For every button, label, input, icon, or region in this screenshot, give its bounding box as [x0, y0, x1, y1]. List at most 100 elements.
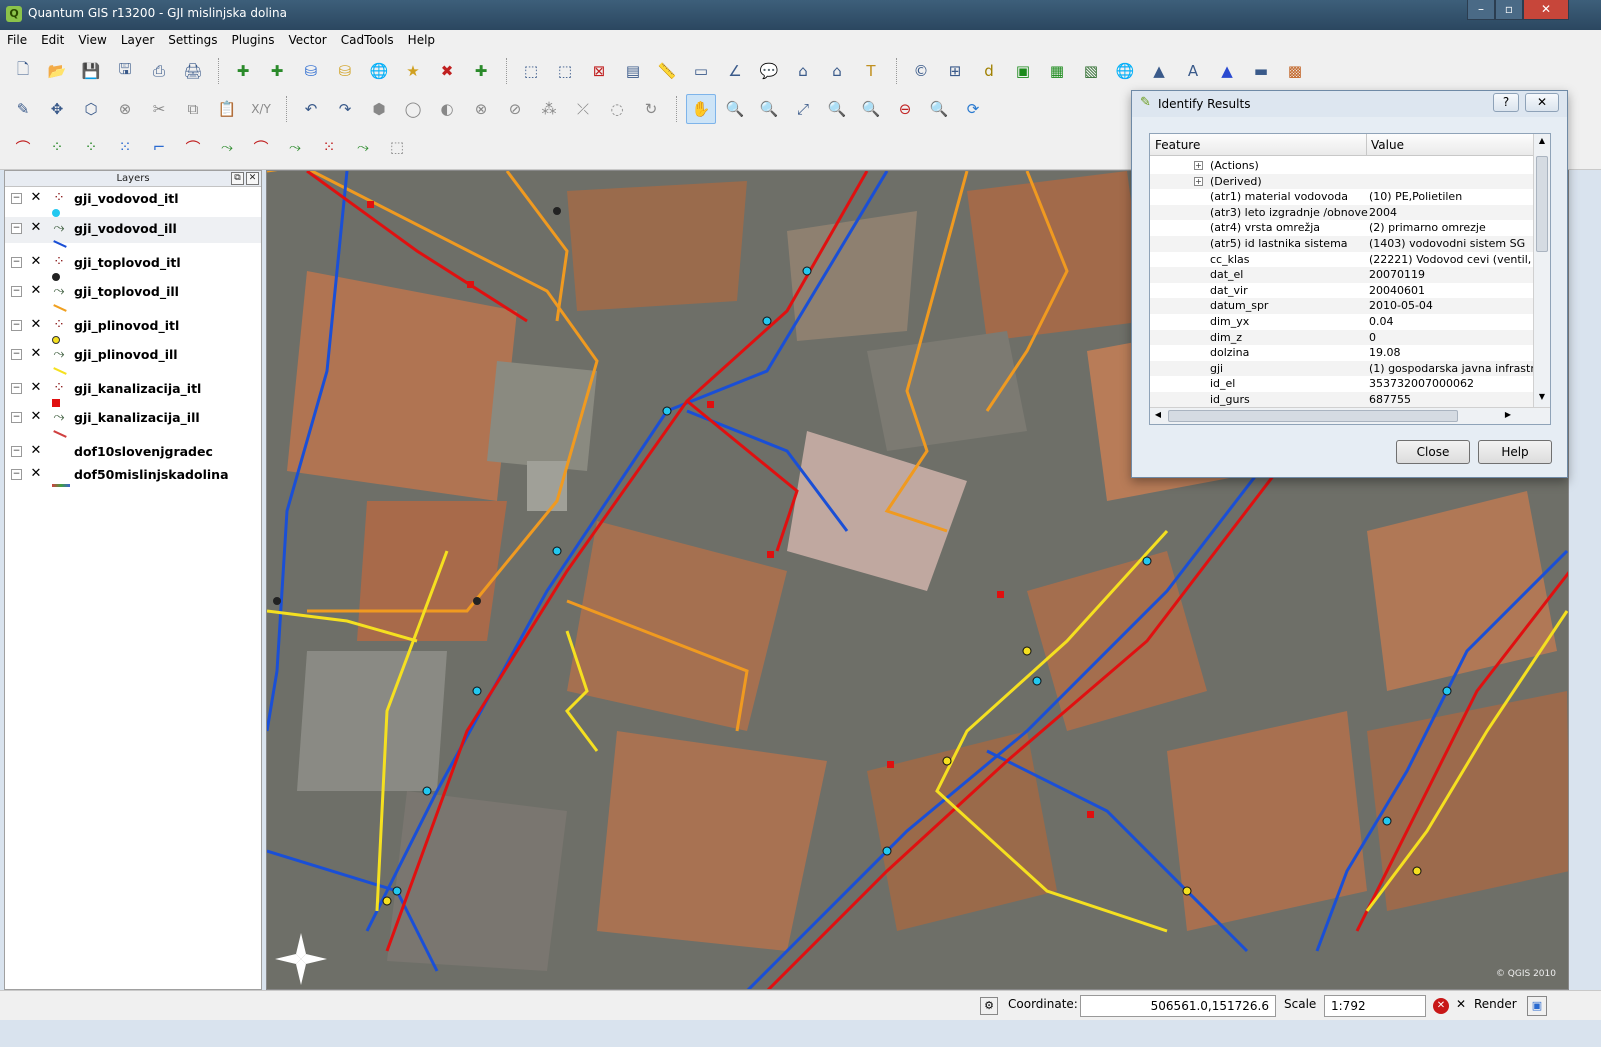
collapse-icon[interactable]: −	[11, 446, 22, 457]
menu-edit[interactable]: Edit	[34, 30, 71, 52]
interpolation-icon[interactable]: ▦	[1042, 56, 1072, 86]
horizontal-scrollbar[interactable]: ◀ ▶	[1150, 407, 1550, 424]
collapse-icon[interactable]: −	[11, 469, 22, 480]
save-project-icon[interactable]: 💾	[76, 56, 106, 86]
scale-bar-icon[interactable]: ⊞	[940, 56, 970, 86]
result-row[interactable]: cc_klas (22221) Vodovod cevi (ventil, zas	[1150, 252, 1535, 268]
redo-icon[interactable]: ↷	[330, 94, 360, 124]
collapse-icon[interactable]: −	[11, 320, 22, 331]
cad-parallel-icon[interactable]: ⌒	[246, 132, 276, 162]
column-header-feature[interactable]: Feature	[1155, 138, 1200, 152]
layer-visibility-checkbox[interactable]: ✕	[29, 444, 43, 458]
add-part-icon[interactable]: ◐	[432, 94, 462, 124]
scrollbar-thumb[interactable]	[1536, 156, 1548, 252]
north-arrow-icon[interactable]: ▲	[1212, 56, 1242, 86]
histogram-icon[interactable]: ▲	[1144, 56, 1174, 86]
cad-bezier-icon[interactable]: ⤳	[212, 132, 242, 162]
layer-visibility-checkbox[interactable]: ✕	[29, 347, 43, 361]
menu-settings[interactable]: Settings	[161, 30, 224, 52]
messages-icon[interactable]: ⚙	[980, 997, 998, 1015]
show-bookmarks-icon[interactable]: ⌂	[822, 56, 852, 86]
collapse-icon[interactable]: −	[11, 349, 22, 360]
menu-vector[interactable]: Vector	[282, 30, 334, 52]
remove-layer-icon[interactable]: ✖	[432, 56, 462, 86]
help-context-button[interactable]: ?	[1493, 93, 1519, 112]
layer-item[interactable]: − ✕ ⤳ gji_plinovod_ill	[5, 343, 261, 369]
collapse-icon[interactable]: −	[11, 412, 22, 423]
layer-visibility-checkbox[interactable]: ✕	[29, 381, 43, 395]
menu-file[interactable]: File	[0, 30, 34, 52]
cad-intersect-icon[interactable]: ⁙	[110, 132, 140, 162]
scroll-down-icon[interactable]: ▼	[1536, 392, 1548, 406]
collapse-icon[interactable]: −	[11, 223, 22, 234]
layer-item[interactable]: − ✕ ⁘ gji_vodovod_itl	[5, 187, 261, 217]
cut-icon[interactable]: ✂	[144, 94, 174, 124]
measure-line-icon[interactable]: 📏	[652, 56, 682, 86]
layer-item[interactable]: − ✕ ⁘ gji_plinovod_itl	[5, 314, 261, 344]
expand-icon[interactable]: +	[1194, 176, 1203, 186]
menu-help[interactable]: Help	[401, 30, 442, 52]
cad-points-icon[interactable]: ⁘	[42, 132, 72, 162]
collapse-icon[interactable]: −	[11, 286, 22, 297]
maximize-button[interactable]: ▫	[1495, 0, 1523, 20]
xy-tool-label[interactable]: X/Y	[246, 94, 276, 124]
cad-nodes-icon[interactable]: ⁙	[314, 132, 344, 162]
delete-selected-icon[interactable]: ⊗	[110, 94, 140, 124]
copy-icon[interactable]: ⧉	[178, 94, 208, 124]
zoom-selection-icon[interactable]: 🔍	[822, 94, 852, 124]
new-bookmark-icon[interactable]: ⌂	[788, 56, 818, 86]
result-row[interactable]: (atr3) leto izgradnje /obnove 2004	[1150, 204, 1534, 221]
scroll-right-icon[interactable]: ▶	[1502, 410, 1514, 422]
menu-view[interactable]: View	[71, 30, 113, 52]
zoom-out-icon[interactable]: 🔍	[754, 94, 784, 124]
cad-circle-icon[interactable]: ⌒	[178, 132, 208, 162]
crs-status-icon[interactable]: ▣	[1527, 996, 1547, 1016]
close-window-button[interactable]: ✕	[1523, 0, 1569, 20]
rotate-point-icon[interactable]: ↻	[636, 94, 666, 124]
dialog-close-x-button[interactable]: ✕	[1525, 93, 1559, 112]
paste-icon[interactable]: 📋	[212, 94, 242, 124]
layer-visibility-checkbox[interactable]: ✕	[29, 284, 43, 298]
cad-ortho-icon[interactable]: ⌐	[144, 132, 174, 162]
vertical-scrollbar[interactable]: ▲ ▼	[1533, 134, 1550, 408]
minimize-button[interactable]: –	[1467, 0, 1495, 20]
result-row[interactable]: gji (1) gospodarska javna infrastruk	[1150, 360, 1535, 377]
result-row[interactable]: dolzina 19.08	[1150, 345, 1534, 361]
zoom-in-icon[interactable]: 🔍	[720, 94, 750, 124]
add-wms-layer-icon[interactable]: 🌐	[364, 56, 394, 86]
result-row[interactable]: datum_spr 2010-05-04	[1150, 298, 1534, 314]
scroll-up-icon[interactable]: ▲	[1536, 136, 1548, 150]
layer-visibility-checkbox[interactable]: ✕	[29, 191, 43, 205]
layer-visibility-checkbox[interactable]: ✕	[29, 318, 43, 332]
text-annotation-icon[interactable]: T	[856, 56, 886, 86]
collapse-icon[interactable]: −	[11, 257, 22, 268]
add-vector-layer-icon[interactable]: ✚	[228, 56, 258, 86]
layer-visibility-checkbox[interactable]: ✕	[29, 255, 43, 269]
result-row[interactable]: id_gurs 687755	[1150, 392, 1534, 408]
add-spatialite-layer-icon[interactable]: ⛁	[330, 56, 360, 86]
split-features-icon[interactable]: ⤫	[568, 94, 598, 124]
add-wfs-layer-icon[interactable]: ✚	[466, 56, 496, 86]
delete-ring-icon[interactable]: ⊗	[466, 94, 496, 124]
deselect-icon[interactable]: ⊠	[584, 56, 614, 86]
layer-visibility-checkbox[interactable]: ✕	[29, 467, 43, 481]
undo-icon[interactable]: ↶	[296, 94, 326, 124]
node-tool-icon[interactable]: ⬡	[76, 94, 106, 124]
hscrollbar-thumb[interactable]	[1168, 410, 1458, 422]
render-checkbox[interactable]: ✕	[1456, 997, 1466, 1011]
pan-map-icon[interactable]: ✋	[686, 94, 716, 124]
cad-spline-icon[interactable]: ⤳	[280, 132, 310, 162]
close-button[interactable]: Close	[1396, 440, 1470, 464]
reshape-icon[interactable]: ⁂	[534, 94, 564, 124]
result-row[interactable]: dat_el 20070119	[1150, 267, 1534, 283]
add-ring-icon[interactable]: ◯	[398, 94, 428, 124]
add-raster-layer-icon[interactable]: ✚	[262, 56, 292, 86]
identify-results-tree[interactable]: Feature Value + (Actions) + (Derived) (atr1)…	[1149, 133, 1551, 425]
layer-item[interactable]: − ✕ ⤳ gji_kanalizacija_ill	[5, 406, 261, 432]
toggle-editing-icon[interactable]: ✎	[8, 94, 38, 124]
layer-item[interactable]: − ✕ ⁘ gji_kanalizacija_itl	[5, 377, 261, 407]
expand-icon[interactable]: +	[1194, 161, 1203, 170]
dxf2shp-icon[interactable]: d	[974, 56, 1004, 86]
simplify-feature-icon[interactable]: ⬢	[364, 94, 394, 124]
refresh-icon[interactable]: ⟳	[958, 94, 988, 124]
